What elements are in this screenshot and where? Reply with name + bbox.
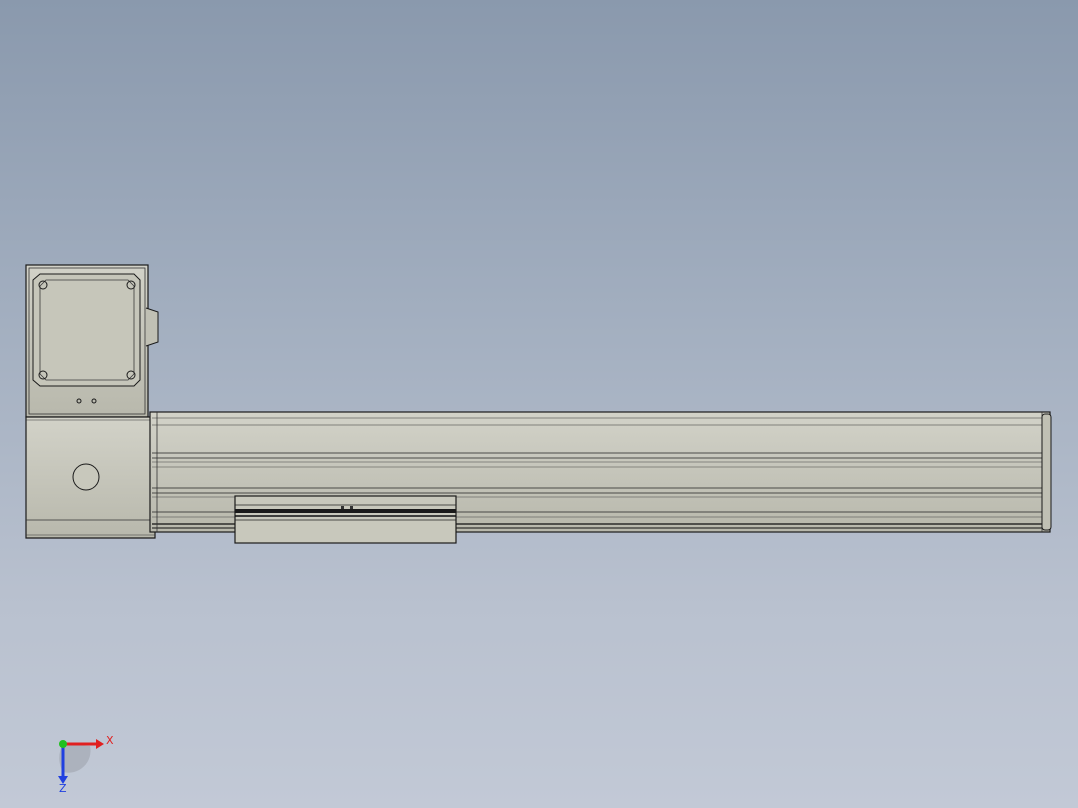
drive-end-block[interactable] [25,416,156,539]
motor-flange[interactable] [32,273,141,404]
z-axis-label: Z [59,782,67,795]
carriage[interactable] [234,495,457,544]
x-axis-arrow-head [96,739,104,749]
view-orientation-triad[interactable]: X Z [48,728,118,798]
y-axis-dot [59,740,67,748]
x-axis-label: X [106,734,114,747]
graphics-viewport[interactable]: X Z [0,0,1078,808]
model-view[interactable] [0,0,1078,808]
shaft-port-icon [72,463,100,491]
